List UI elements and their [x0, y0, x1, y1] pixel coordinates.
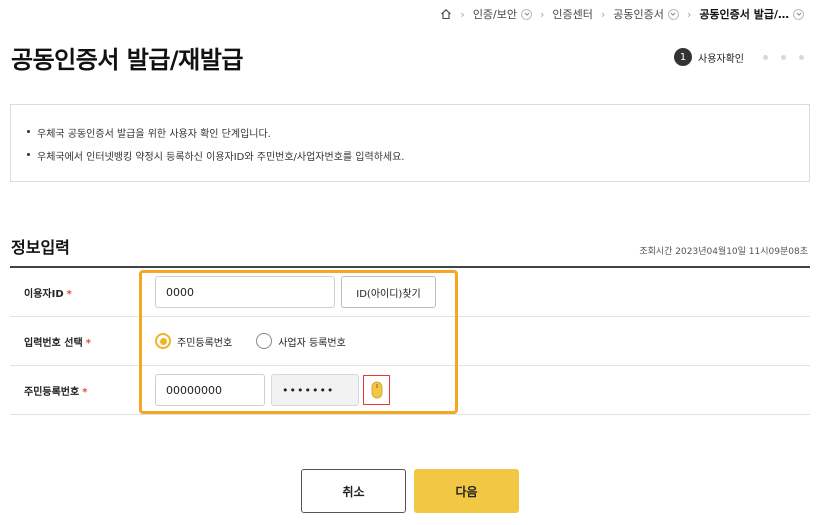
- userid-input[interactable]: 0000: [155, 276, 335, 308]
- row-body: 00000000 •••••••: [155, 374, 390, 406]
- cancel-button[interactable]: 취소: [301, 469, 406, 513]
- breadcrumb-item-certificate[interactable]: 공동인증서: [613, 6, 679, 22]
- rrn-front-input[interactable]: 00000000: [155, 374, 265, 406]
- info-form: 이용자ID * 0000 ID(아이디)찾기 입력번호 선택 * 주민등록번호 사업…: [10, 266, 810, 415]
- breadcrumb-item-auth-security[interactable]: 인증/보안: [473, 6, 532, 22]
- form-actions: 취소 다음: [301, 469, 519, 513]
- rrn-label: 주민등록번호 *: [10, 383, 155, 398]
- step-number-badge: 1: [674, 48, 692, 66]
- breadcrumb-item-current[interactable]: 공동인증서 발급/…: [699, 6, 804, 22]
- chevron-down-icon[interactable]: [521, 8, 532, 20]
- step-label: 사용자확인: [698, 53, 744, 65]
- radio-resident-number[interactable]: 주민등록번호: [155, 333, 232, 349]
- rrn-back-input[interactable]: •••••••: [271, 374, 359, 406]
- radio-business-number[interactable]: 사업자 등록번호: [256, 333, 346, 349]
- notice-line: 우체국 공동인증서 발급을 위한 사용자 확인 단계입니다.: [27, 125, 793, 140]
- form-row-rrn: 주민등록번호 * 00000000 •••••••: [10, 366, 810, 415]
- breadcrumb-separator: ›: [460, 7, 465, 21]
- row-body: 0000 ID(아이디)찾기: [155, 276, 436, 308]
- virtual-keypad-mouse-button[interactable]: [363, 375, 390, 405]
- label-text: 입력번호 선택: [24, 337, 83, 349]
- required-mark: *: [66, 288, 72, 300]
- label-text: 주민등록번호: [24, 386, 80, 398]
- form-row-userid: 이용자ID * 0000 ID(아이디)찾기: [10, 268, 810, 317]
- step-dot: [799, 54, 804, 60]
- breadcrumb-separator: ›: [600, 7, 606, 21]
- breadcrumb-item-auth-center[interactable]: 인증센터: [552, 6, 592, 22]
- breadcrumb-label: 인증센터: [552, 8, 593, 21]
- radio-label: 사업자 등록번호: [278, 337, 346, 349]
- breadcrumb-separator: ›: [540, 7, 545, 21]
- page-title: 공동인증서 발급/재발급: [11, 46, 243, 74]
- step-dot: [781, 54, 786, 60]
- home-icon[interactable]: [440, 8, 452, 20]
- notice-line: 우체국에서 인터넷뱅킹 약정시 등록하신 이용자ID와 주민번호/사업자번호를 …: [27, 148, 793, 163]
- chevron-down-icon[interactable]: [793, 8, 804, 20]
- radio-label: 주민등록번호: [177, 337, 233, 349]
- label-text: 이용자ID: [24, 288, 64, 300]
- breadcrumb: › 인증/보안 › 인증센터 › 공동인증서 › 공동인증서 발급/…: [440, 6, 804, 22]
- next-button[interactable]: 다음: [414, 469, 519, 513]
- breadcrumb-label: 공동인증서 발급/…: [699, 8, 789, 21]
- number-type-label: 입력번호 선택 *: [10, 334, 155, 349]
- radio-unchecked-icon[interactable]: [256, 333, 273, 349]
- required-mark: *: [82, 386, 88, 398]
- userid-label: 이용자ID *: [10, 285, 155, 300]
- mouse-icon: [371, 381, 382, 399]
- radio-checked-icon[interactable]: [155, 333, 171, 349]
- row-body: 주민등록번호 사업자 등록번호: [155, 333, 364, 349]
- breadcrumb-label: 인증/보안: [472, 8, 517, 21]
- section-title: 정보입력: [11, 238, 70, 257]
- breadcrumb-separator: ›: [686, 7, 692, 21]
- step-dot: [763, 54, 768, 60]
- notice-box: 우체국 공동인증서 발급을 위한 사용자 확인 단계입니다. 우체국에서 인터넷…: [10, 104, 810, 182]
- inquiry-time: 조회시간 2023년04월10일 11시09분08초: [639, 247, 808, 257]
- find-id-button[interactable]: ID(아이디)찾기: [341, 276, 436, 308]
- chevron-down-icon[interactable]: [667, 8, 679, 20]
- form-row-number-type: 입력번호 선택 * 주민등록번호 사업자 등록번호: [10, 317, 810, 366]
- stepper: 1 사용자확인: [674, 48, 804, 66]
- breadcrumb-label: 공동인증서: [613, 8, 664, 21]
- required-mark: *: [85, 337, 91, 349]
